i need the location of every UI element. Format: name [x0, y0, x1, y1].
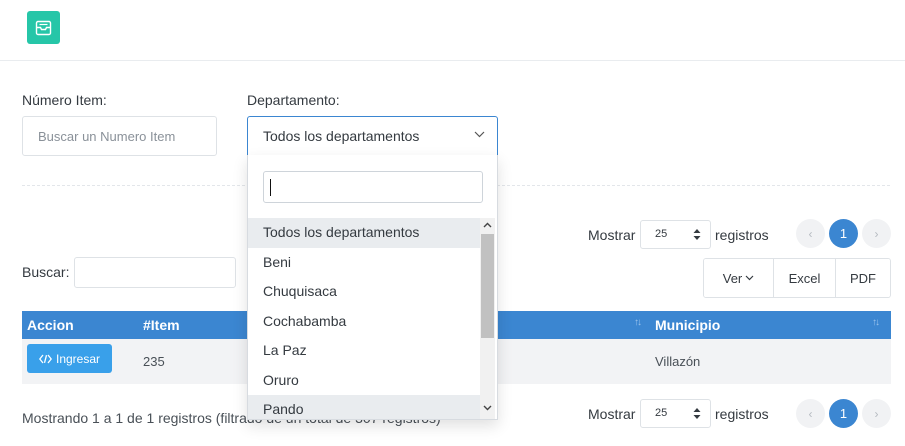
cell-municipio: Villazón [655, 354, 701, 369]
column-accion[interactable]: Accion [27, 317, 74, 333]
departamento-selected-value: Todos los departamentos [263, 128, 420, 144]
excel-button[interactable]: Excel [774, 259, 836, 297]
length-prefix: Mostrar [588, 227, 636, 243]
chevron-right-icon: › [874, 406, 879, 421]
pagination-next-button[interactable]: › [862, 219, 891, 248]
column-item[interactable]: #Item [143, 317, 180, 333]
numero-item-label: Número Item: [22, 92, 107, 108]
pagination-next-button[interactable]: › [862, 399, 891, 428]
length-suffix-bottom: registros [715, 406, 769, 422]
chevron-left-icon: ‹ [808, 226, 813, 241]
dropdown-options: Todos los departamentos Beni Chuquisaca … [248, 218, 481, 419]
page-length-value: 25 [655, 407, 668, 419]
column-visibility-button[interactable]: Ver [704, 259, 774, 297]
search-label: Buscar: [22, 264, 70, 280]
page-length-select[interactable]: 25 [640, 220, 711, 249]
departamento-select[interactable]: Todos los departamentos [247, 116, 498, 156]
numero-item-input[interactable] [22, 116, 217, 156]
pagination-page-1[interactable]: 1 [829, 399, 858, 428]
pagination-page-1[interactable]: 1 [829, 219, 858, 248]
chevron-left-icon: ‹ [808, 406, 813, 421]
chevron-down-icon [745, 275, 754, 281]
text-caret [270, 179, 271, 196]
option-oruro[interactable]: Oruro [248, 366, 481, 396]
header-divider [0, 60, 905, 61]
ingresar-label: Ingresar [55, 351, 101, 366]
chevron-right-icon: › [874, 226, 879, 241]
dropdown-scrollbar[interactable] [480, 218, 495, 419]
column-municipio[interactable]: Municipio [655, 317, 720, 333]
length-prefix-bottom: Mostrar [588, 406, 636, 422]
dropdown-search-input[interactable] [263, 171, 483, 203]
scrollbar-thumb[interactable] [481, 234, 494, 338]
chevron-down-icon [474, 131, 485, 138]
sort-icon: ↑↓ [634, 317, 642, 328]
departamento-label: Departamento: [247, 92, 340, 108]
select-arrows-icon [693, 229, 701, 240]
page-length-select-bottom[interactable]: 25 [640, 399, 711, 428]
option-beni[interactable]: Beni [248, 248, 481, 278]
pagination-prev-button[interactable]: ‹ [796, 399, 825, 428]
export-button-group: Ver Excel PDF [703, 258, 891, 298]
inbox-icon [35, 20, 52, 35]
cell-item: 235 [143, 354, 165, 369]
inbox-button[interactable] [27, 11, 60, 44]
option-chuquisaca[interactable]: Chuquisaca [248, 277, 481, 307]
code-icon [38, 354, 52, 363]
option-cochabamba[interactable]: Cochabamba [248, 307, 481, 337]
departamento-dropdown: Todos los departamentos Beni Chuquisaca … [247, 155, 498, 420]
ingresar-button[interactable]: Ingresar [27, 344, 112, 373]
page-length-value: 25 [655, 228, 668, 240]
option-pando[interactable]: Pando [248, 395, 481, 419]
scroll-down-icon[interactable] [483, 405, 492, 411]
search-input[interactable] [74, 257, 236, 288]
ver-label: Ver [722, 270, 743, 286]
option-todos[interactable]: Todos los departamentos [248, 218, 481, 248]
pdf-button[interactable]: PDF [836, 259, 890, 297]
option-la-paz[interactable]: La Paz [248, 336, 481, 366]
select-arrows-icon [693, 408, 701, 419]
pagination-prev-button[interactable]: ‹ [796, 219, 825, 248]
scroll-up-icon[interactable] [483, 222, 492, 228]
length-suffix: registros [715, 227, 769, 243]
sort-icon: ↑↓ [872, 317, 880, 328]
